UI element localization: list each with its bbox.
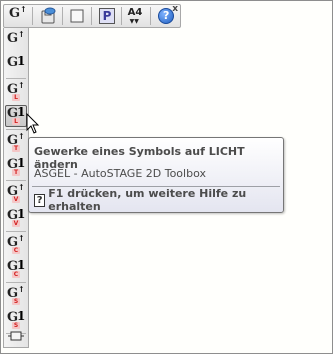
paper-size-button[interactable]: A4 ▼▼ bbox=[126, 6, 148, 26]
g-up-light-icon: G ↑ L bbox=[7, 80, 25, 101]
tool-separator bbox=[6, 231, 26, 232]
g-up-arrow-icon: G ↑ bbox=[9, 4, 27, 21]
toolbar-separator bbox=[150, 7, 152, 25]
g-one-t-icon: G 1 T bbox=[7, 156, 26, 176]
tooltip: Gewerke eines Symbols auf LICHT ändern A… bbox=[28, 137, 284, 213]
help-icon: ? bbox=[34, 193, 46, 207]
tool-separator bbox=[6, 282, 26, 283]
toolbar-separator bbox=[32, 7, 33, 25]
tooltip-description: ASGEL - AutoSTAGE 2D Toolbox bbox=[34, 167, 206, 180]
tooltip-help-row: ? F1 drücken, um weitere Hilfe zu erhalt… bbox=[34, 187, 283, 213]
tool-g-up-button[interactable]: G ↑ bbox=[5, 29, 27, 52]
paper-a4-icon: A4 ▼▼ bbox=[127, 7, 143, 25]
g-up-v-icon: G ↑ V bbox=[7, 182, 25, 203]
tool-g-1-l-button[interactable]: G 1 L bbox=[5, 105, 27, 127]
blank-sheet-button[interactable] bbox=[67, 6, 89, 26]
toolbar-separator bbox=[120, 7, 122, 25]
tool-g-up-s-button[interactable]: G ↑ S bbox=[5, 284, 27, 307]
tool-g-1-t-button[interactable]: G 1 T bbox=[5, 156, 27, 178]
tool-g-1-button[interactable]: G 1 bbox=[5, 54, 27, 76]
cloud-save-icon bbox=[41, 7, 56, 24]
vertical-toolbar: G ↑ G 1 G ↑ L G 1 L G ↑ T G 1 T G ↑ V G … bbox=[3, 28, 29, 348]
close-icon[interactable]: x bbox=[172, 5, 178, 14]
tool-separator bbox=[6, 129, 26, 130]
g-one-light-icon: G 1 L bbox=[7, 105, 26, 125]
tool-g-up-v-button[interactable]: G ↑ V bbox=[5, 182, 27, 205]
tool-g-up-l-button[interactable]: G ↑ L bbox=[5, 80, 27, 103]
p-letter-icon: P bbox=[99, 8, 116, 24]
tooltip-help-text: F1 drücken, um weitere Hilfe zu erhalten bbox=[48, 187, 247, 213]
tool-g-1-c-button[interactable]: G 1 C bbox=[5, 258, 27, 280]
tool-dock-button[interactable] bbox=[5, 325, 27, 347]
toolbar-separator bbox=[91, 7, 93, 25]
toolbar-separator bbox=[61, 7, 63, 25]
cloud-save-button[interactable] bbox=[37, 6, 59, 26]
dock-icon bbox=[8, 331, 24, 341]
blank-sheet-icon bbox=[70, 9, 84, 23]
g-one-icon: G 1 bbox=[7, 54, 26, 70]
mouse-cursor-icon bbox=[26, 113, 40, 134]
g-up-c-icon: G ↑ C bbox=[7, 233, 25, 254]
g-up-s-icon: G ↑ S bbox=[7, 284, 25, 305]
tool-g-up-t-button[interactable]: G ↑ T bbox=[5, 131, 27, 154]
tool-separator bbox=[6, 180, 26, 181]
tool-g-1-v-button[interactable]: G 1 V bbox=[5, 207, 27, 229]
tool-g-up-c-button[interactable]: G ↑ C bbox=[5, 233, 27, 256]
g-up-t-icon: G ↑ T bbox=[7, 131, 25, 152]
g-one-v-icon: G 1 V bbox=[7, 207, 26, 227]
gewerk-g-up-button[interactable]: G ↑ bbox=[7, 4, 29, 26]
g-one-c-icon: G 1 C bbox=[7, 258, 26, 278]
g-up-arrow-icon: G ↑ bbox=[7, 29, 25, 46]
tool-separator bbox=[6, 78, 26, 79]
top-toolbar: G ↑ P A4 ▼▼ ? x bbox=[3, 4, 181, 28]
p-button[interactable]: P bbox=[96, 6, 118, 26]
